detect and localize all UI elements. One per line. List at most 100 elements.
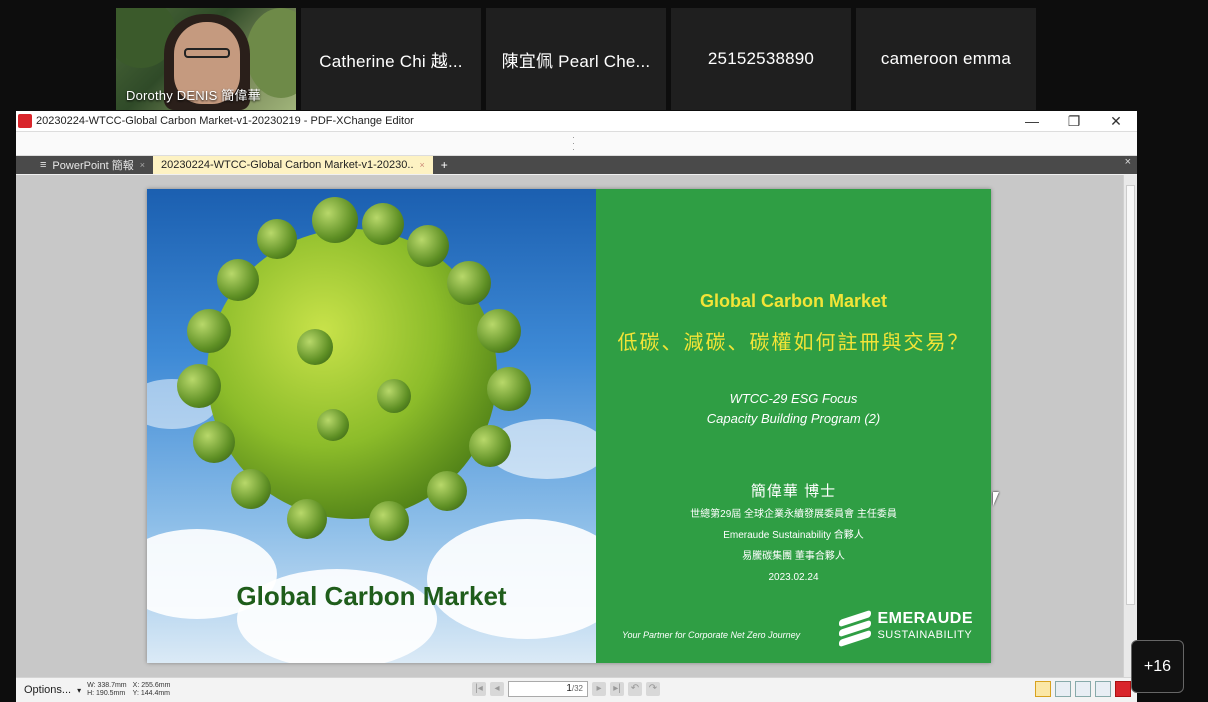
page-navigation: |◂ ◂ 1/32 ▸ ▸| ↶ ↷ <box>472 681 660 697</box>
page-number-field[interactable]: 1/32 <box>508 681 588 697</box>
tab-close-icon[interactable]: × <box>420 160 425 170</box>
forward-view-icon[interactable]: ↷ <box>646 682 660 696</box>
list-icon: ≡ <box>40 159 47 171</box>
participant-name: 25152538890 <box>707 49 815 68</box>
document-tabbar: ≡ PowerPoint 簡報 × 20230224-WTCC-Global C… <box>16 156 1137 174</box>
window-title: 20230224-WTCC-Global Carbon Market-v1-20… <box>36 115 414 127</box>
slide-subtitle: 低碳、減碳、碳權如何註冊與交易？ <box>617 332 970 354</box>
program-line: Capacity Building Program (2) <box>706 411 881 426</box>
tree-shape <box>217 259 259 301</box>
slide-page: Global Carbon Market Global Carbon Marke… <box>147 189 991 663</box>
dropdown-arrow-icon[interactable]: ▾ <box>77 686 81 695</box>
participant-name: Dorothy DENIS 簡偉華 <box>126 88 261 103</box>
logo-word: EMERAUDE <box>877 610 973 627</box>
next-page-icon[interactable]: ▸ <box>592 682 606 696</box>
tree-shape <box>312 197 358 243</box>
tab-label: 20230224-WTCC-Global Carbon Market-v1-20… <box>161 159 414 171</box>
tree-shape <box>447 261 491 305</box>
tree-shape <box>177 364 221 408</box>
participant-name: Catherine Chi 越... <box>319 51 463 71</box>
tree-shape <box>377 379 411 413</box>
participant-tile[interactable]: 陳宜佩 Pearl Che... <box>486 8 666 110</box>
page-width: W: 338.7mm <box>87 682 127 689</box>
more-participants-button[interactable]: +16 <box>1131 640 1184 693</box>
first-page-icon[interactable]: |◂ <box>472 682 486 696</box>
speaker-name: 簡偉華 博士 <box>750 483 837 500</box>
participant-tile-video[interactable]: Dorothy DENIS 簡偉華 <box>116 8 296 110</box>
vertical-scrollbar[interactable] <box>1123 175 1137 677</box>
slide-text-panel: Global Carbon Market 低碳、減碳、碳權如何註冊與交易？ WT… <box>596 189 991 663</box>
page-height: H: 190.5mm <box>87 690 126 697</box>
tree-shape <box>297 329 333 365</box>
speaker-role: 易騰碳集團 董事合夥人 <box>742 551 845 562</box>
mouse-cursor-icon <box>993 492 999 506</box>
tree-shape <box>487 367 531 411</box>
cloud-shape <box>427 519 596 639</box>
tree-shape <box>317 409 349 441</box>
tree-shape <box>469 425 511 467</box>
back-view-icon[interactable]: ↶ <box>628 682 642 696</box>
speaker-roles: 世總第29屆 全球企業永續發展委員會 主任委員 Emeraude Sustain… <box>596 504 991 588</box>
window-controls: — ❐ ✕ <box>1011 113 1137 130</box>
tree-shape <box>187 309 231 353</box>
facing-view-icon[interactable] <box>1075 681 1091 697</box>
close-all-tabs-button[interactable]: × <box>1119 156 1137 174</box>
program-info: WTCC-29 ESG Focus Capacity Building Prog… <box>596 389 991 429</box>
close-button[interactable]: ✕ <box>1095 113 1137 130</box>
presentation-date: 2023.02.24 <box>768 572 819 583</box>
restore-button[interactable]: ❐ <box>1053 113 1095 130</box>
total-pages: /32 <box>571 684 583 693</box>
cursor-position: X: 255.6mm Y: 144.4mm <box>133 682 171 698</box>
cursor-x: X: 255.6mm <box>132 682 171 689</box>
tree-shape <box>231 469 271 509</box>
page-dimensions: W: 338.7mm H: 190.5mm <box>87 682 127 698</box>
facing-continuous-view-icon[interactable] <box>1095 681 1111 697</box>
logo-word: SUSTAINABILITY <box>877 629 973 641</box>
participant-tile[interactable]: 25152538890 <box>671 8 851 110</box>
new-tab-button[interactable]: + <box>433 156 456 174</box>
pdf-icon[interactable] <box>1115 681 1131 697</box>
slide-image-panel: Global Carbon Market <box>147 189 596 663</box>
slide-title: Global Carbon Market <box>699 291 888 311</box>
tree-shape <box>477 309 521 353</box>
tree-shape <box>427 471 467 511</box>
pdf-editor-window: 20230224-WTCC-Global Carbon Market-v1-20… <box>16 111 1137 702</box>
slide-image-caption: Global Carbon Market <box>236 581 507 611</box>
tree-shape <box>362 203 404 245</box>
pdf-xchange-logo-icon <box>18 114 32 128</box>
tab-pdf-document[interactable]: 20230224-WTCC-Global Carbon Market-v1-20… <box>153 156 433 174</box>
program-line: WTCC-29 ESG Focus <box>729 391 858 406</box>
logo-wordmark: EMERAUDE SUSTAINABILITY <box>877 611 973 643</box>
cursor-y: Y: 144.4mm <box>132 690 171 697</box>
minimize-button[interactable]: — <box>1011 113 1053 130</box>
tab-label: PowerPoint 簡報 <box>52 160 134 172</box>
participant-glasses <box>184 48 230 58</box>
emeraude-mark-icon <box>839 607 872 648</box>
speaker-role: Emeraude Sustainability 合夥人 <box>723 530 864 541</box>
previous-page-icon[interactable]: ◂ <box>490 682 504 696</box>
participant-name: 陳宜佩 Pearl Che... <box>501 51 651 71</box>
slide-tagline: Your Partner for Corporate Net Zero Jour… <box>622 630 801 640</box>
meeting-screen: Dorothy DENIS 簡偉華 Catherine Chi 越... 陳宜佩… <box>0 0 1208 702</box>
collapsed-ribbon[interactable]: · · · <box>16 132 1137 156</box>
ribbon-grip-icon: · · · <box>572 132 575 154</box>
tree-shape <box>407 225 449 267</box>
participant-tile[interactable]: cameroon emma <box>856 8 1036 110</box>
window-titlebar: 20230224-WTCC-Global Carbon Market-v1-20… <box>16 111 1137 132</box>
tree-shape <box>369 501 409 541</box>
tree-shape <box>257 219 297 259</box>
emeraude-logo: EMERAUDE SUSTAINABILITY <box>839 607 973 648</box>
scrollbar-thumb[interactable] <box>1126 185 1135 605</box>
view-mode-buttons <box>1035 681 1131 697</box>
participant-tile[interactable]: Catherine Chi 越... <box>301 8 481 110</box>
document-view[interactable]: Global Carbon Market Global Carbon Marke… <box>16 175 1123 677</box>
tab-close-icon[interactable]: × <box>140 160 145 170</box>
options-button[interactable]: Options... <box>16 684 77 696</box>
tab-powerpoint[interactable]: ≡ PowerPoint 簡報 × <box>16 156 153 174</box>
speaker-role: 世總第29屆 全球企業永續發展委員會 主任委員 <box>690 509 897 520</box>
tree-shape <box>193 421 235 463</box>
last-page-icon[interactable]: ▸| <box>610 682 624 696</box>
single-page-view-icon[interactable] <box>1035 681 1051 697</box>
tree-shape <box>287 499 327 539</box>
continuous-view-icon[interactable] <box>1055 681 1071 697</box>
